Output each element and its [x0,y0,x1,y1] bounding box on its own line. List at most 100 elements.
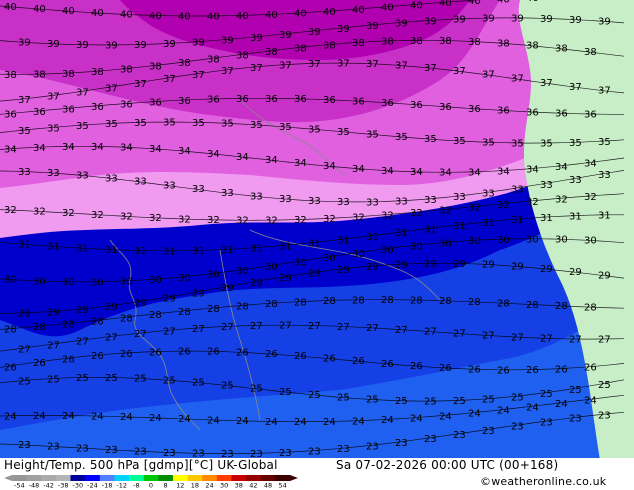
contour-label: 31 [134,246,147,257]
contour-label: 35 [134,118,147,129]
contour-label: 27 [366,323,379,334]
contour-label: 25 [482,395,495,406]
contour-label: 40 [91,8,104,19]
contour-label: 26 [468,365,481,376]
contour-label: 35 [76,121,89,132]
contour-label: 33 [337,197,350,208]
legend-tick-label: 24 [205,482,213,489]
contour-label: 31 [192,246,205,257]
contour-label: 33 [453,192,466,203]
contour-label: 36 [526,107,539,118]
contour-label: 39 [337,24,350,35]
contour-label: 34 [497,166,510,177]
contour-label: 29 [134,298,147,309]
contour-label: 26 [207,347,220,358]
contour-label: 38 [265,47,278,58]
contour-label: 29 [453,259,466,270]
contour-label: 30 [468,236,481,247]
contour-label: 26 [497,365,510,376]
contour-label: 36 [584,109,597,120]
contour-label: 35 [569,138,582,149]
contour-label: 29 [511,262,524,273]
contour-label: 40 [294,9,307,20]
contour-label: 31 [540,213,553,224]
contour-label: 35 [221,119,234,130]
contour-label: 28 [468,297,481,308]
contour-label: 38 [352,38,365,49]
legend-tick-label: 54 [279,482,287,489]
contour-label: 24 [439,411,452,422]
contour-label: 38 [497,38,510,49]
legend-swatch [260,475,276,481]
contour-label: 23 [366,441,379,452]
legend-swatch [143,475,159,481]
contour-label: 32 [352,213,365,224]
contour-label: 30 [265,262,278,273]
contour-label: 25 [250,384,263,395]
contour-label: 28 [4,325,17,336]
contour-label: 23 [47,442,60,453]
color-legend: -54 -48 -42 -38 -30 -24 -18 -12 -8 0 8 12 18 24 30 38 42… [4,475,298,488]
contour-label: 39 [134,40,147,51]
contour-label: 40 [352,5,365,16]
contour-label: 25 [569,385,582,396]
contour-label: 39 [105,40,118,51]
contour-label: 31 [453,221,466,232]
contour-label: 27 [163,326,176,337]
contour-label: 25 [453,396,466,407]
contour-label: 23 [540,417,553,428]
legend-swatch [55,475,71,481]
contour-label: 37 [337,59,350,70]
contour-label: 27 [424,327,437,338]
contour-label: 25 [279,387,292,398]
contour-label: 38 [149,62,162,73]
contour-label: 24 [4,411,17,422]
contour-label: 31 [47,241,60,252]
contour-label: 32 [439,206,452,217]
contour-label: 26 [584,363,597,374]
contour-label: 31 [366,232,379,243]
contour-label: 31 [105,245,118,256]
contour-label: 25 [337,393,350,404]
legend-tick-labels: -54 -48 -42 -38 -30 -24 -18 -12 -8 0 8 12 18 24 30 38 42… [14,482,287,489]
legend-swatch [41,475,57,481]
legend-tick-label: 8 [164,482,168,489]
legend-swatch [99,475,115,481]
legend-arrow-left [4,475,12,481]
contour-label: 29 [482,260,495,271]
contour-label: 35 [18,126,31,137]
contour-label: 23 [18,440,31,451]
contour-label: 34 [149,144,162,155]
contour-label: 30 [178,273,191,284]
contour-label: 27 [279,321,292,332]
contour-label: 39 [18,37,31,48]
contour-label: 28 [120,313,133,324]
contour-label: 30 [91,277,104,288]
contour-label: 37 [424,63,437,74]
contour-label: 34 [294,158,307,169]
contour-label: 40 [62,6,75,17]
credit-link[interactable]: ©weatheronline.co.uk [480,475,606,488]
contour-label: 30 [352,249,365,260]
contour-label: 34 [178,146,191,157]
contour-label: 27 [221,322,234,333]
contour-label: 32 [323,214,336,225]
contour-label: 27 [511,332,524,343]
contour-label: 25 [47,374,60,385]
contour-label: 25 [221,380,234,391]
contour-label: 39 [76,40,89,51]
contour-label: 28 [323,296,336,307]
legend-tick-label: 42 [249,482,257,489]
contour-label: 23 [511,422,524,433]
contour-label: 28 [178,307,191,318]
contour-label: 30 [62,277,75,288]
contour-label: 29 [76,305,89,316]
contour-label: 32 [62,208,75,219]
contour-label: 26 [352,356,365,367]
contour-label: 31 [424,225,437,236]
contour-label: 31 [221,245,234,256]
contour-label: 31 [482,218,495,229]
contour-label: 36 [62,104,75,115]
valid-time: Sa 07-02-2026 00:00 UTC (00+168) [336,458,559,472]
contour-label: 32 [381,211,394,222]
